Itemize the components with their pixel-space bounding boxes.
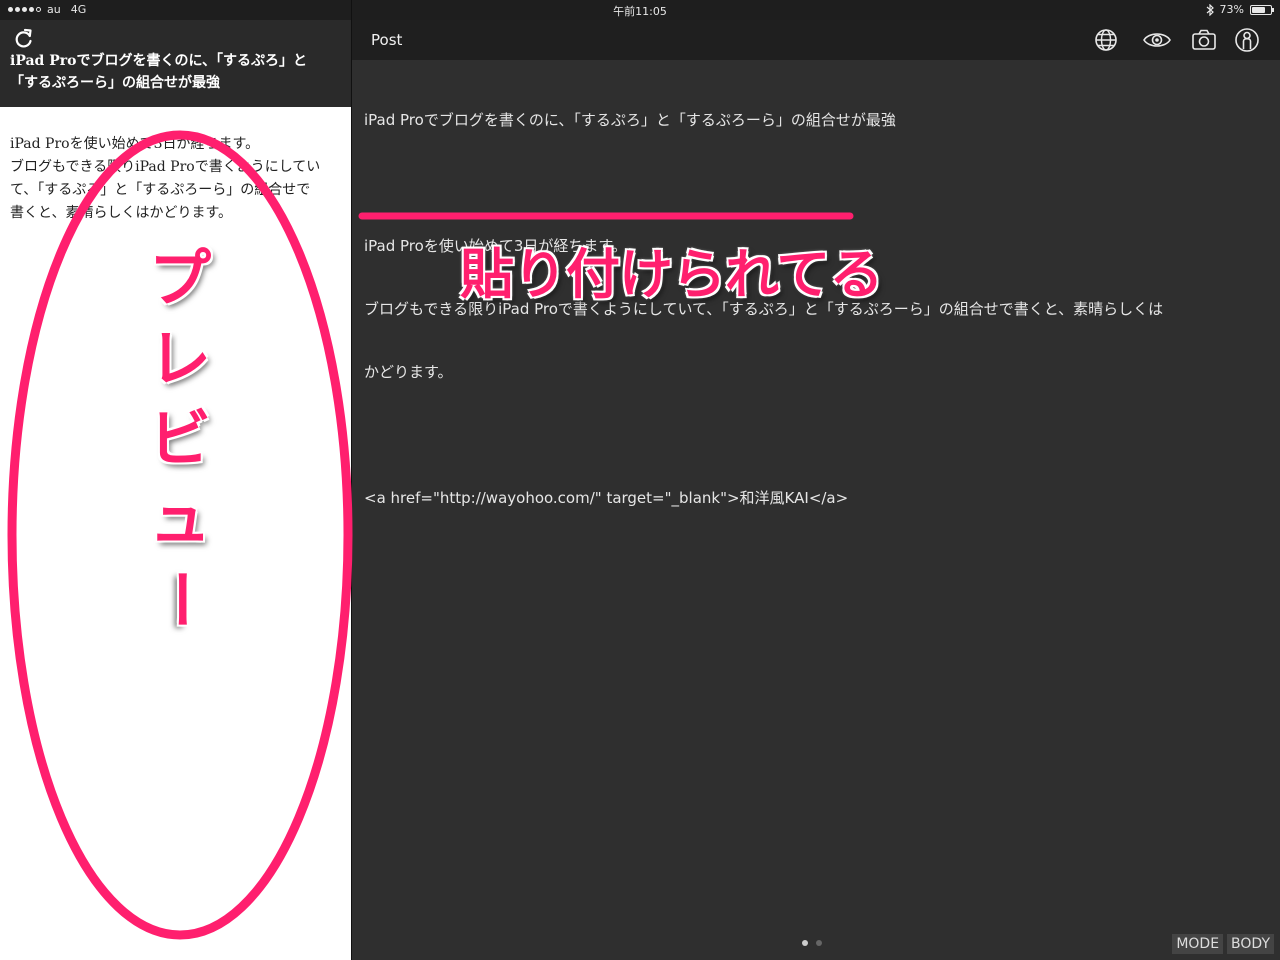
preview-title-line: iPad Proでブログを書くのに、「するぷろ」と (10, 53, 308, 69)
editor-line: かどります。 (364, 363, 453, 381)
post-body-editor[interactable]: iPad Proでブログを書くのに、「するぷろ」と「するぷろーら」の組合せが最強… (364, 68, 1269, 551)
preview-body-line: て、「するぷろ」と「するぷろーら」の組合せで (10, 182, 311, 198)
preview-title: iPad Proでブログを書くのに、「するぷろ」と 「するぷろーら」の組合せが最… (10, 53, 340, 94)
battery-fill (1252, 6, 1266, 13)
page-indicator[interactable] (802, 940, 822, 946)
editor-line: iPad Proでブログを書くのに、「するぷろ」と「するぷろーら」の組合せが最強 (364, 111, 896, 129)
preview-body-line: 書くと、素晴らしくはかどります。 (10, 205, 233, 221)
page-dot (816, 940, 822, 946)
globe-icon[interactable] (1093, 27, 1119, 53)
preview-annotation-char: レ (148, 322, 211, 395)
preview-body-line: ブログもできる限りiPad Proで書くようにしてい (10, 159, 321, 175)
camera-icon[interactable] (1191, 27, 1217, 53)
preview-body: iPad Proを使い始めて3日が経ちます。 ブログもできる限りiPad Pro… (10, 133, 345, 225)
preview-annotation-char: ー (143, 567, 217, 631)
editor-header: Post (352, 20, 1280, 60)
preview-body-line: iPad Proを使い始めて3日が経ちます。 (10, 136, 260, 152)
preview-annotation-char: プ (148, 242, 211, 315)
page-dot-active (802, 940, 808, 946)
refresh-icon[interactable] (12, 27, 36, 51)
preview-title-line: 「するぷろーら」の組合せが最強 (10, 75, 220, 91)
body-button[interactable]: BODY (1227, 934, 1274, 954)
pasted-annotation: 貼り付けられてる (460, 243, 883, 306)
status-right: 73% (1206, 3, 1274, 16)
battery-percent: 73% (1219, 3, 1244, 16)
editor-link-line: <a href="http://wayohoo.com/" target="_b… (364, 489, 849, 507)
preview-annotation: プ レ ビ ュ ー (130, 242, 230, 631)
preview-annotation-char: ュ (148, 482, 211, 555)
editor-pane: Post iPad Proでブログを書くのに、「するぷろ」と「するぷろーら」の組… (352, 20, 1280, 960)
editor-line (364, 173, 1269, 194)
battery-icon (1250, 4, 1274, 15)
mode-buttons: MODE BODY (1172, 934, 1274, 954)
post-title: Post (371, 31, 403, 49)
status-time: 午前11:05 (613, 5, 667, 18)
eye-icon[interactable] (1142, 27, 1172, 53)
mode-button[interactable]: MODE (1172, 934, 1224, 954)
editor-line (364, 425, 1269, 446)
status-bar: au 4G 午前11:05 73% (0, 0, 1280, 20)
preview-header: iPad Proでブログを書くのに、「するぷろ」と 「するぷろーら」の組合せが最… (0, 20, 351, 107)
bluetooth-icon (1206, 3, 1214, 16)
user-icon[interactable] (1234, 27, 1260, 53)
preview-annotation-char: ビ (148, 402, 211, 475)
